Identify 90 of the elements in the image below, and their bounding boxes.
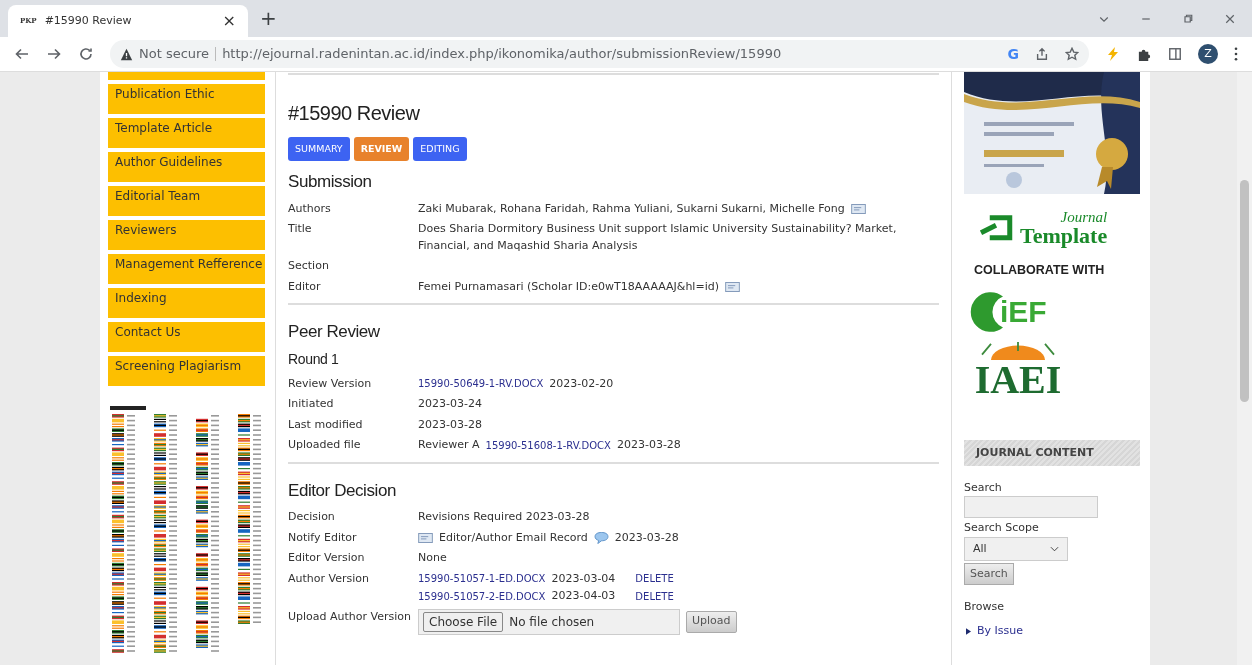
speech-bubble-icon[interactable] [593,531,609,544]
file-link[interactable]: 15990-51608-1-RV.DOCX [485,437,611,453]
field-label: Upload Author Version [288,609,412,623]
logo-text: iEF [1000,294,1047,331]
field-label: Author Version [288,571,369,585]
tab-title: #15990 Review [44,12,133,29]
file-status-text: No file chosen [509,613,595,631]
back-arrow-icon[interactable] [14,46,30,62]
menu-item[interactable]: Publication Ethic [108,84,265,114]
field-label: Uploaded file [288,438,361,451]
envelope-icon[interactable] [725,281,740,292]
close-icon[interactable] [1224,12,1236,25]
file-link[interactable]: 15990-50649-1-RV.DOCX [418,376,544,392]
field-label: Review Version [288,376,372,390]
block-title: JOURNAL CONTENT [964,439,1140,466]
reload-icon[interactable] [78,46,94,62]
file-input[interactable]: Choose File No file chosen [418,608,680,635]
field-label: Editor Version [288,551,365,564]
menu-item[interactable]: Editorial Team [108,186,265,216]
field-label: Decision [288,510,335,523]
delete-link[interactable]: DELETE [635,571,674,587]
field-label: Title [288,222,312,235]
menu-item[interactable]: Reviewers [108,220,265,250]
star-icon[interactable] [1065,47,1079,61]
delete-link[interactable]: DELETE [635,588,674,604]
menu-item[interactable]: Template Article [108,118,265,148]
section-heading: Editor Decision [288,479,397,502]
browse-link[interactable]: By Issue [977,623,1023,640]
new-tab-button[interactable]: + [260,3,277,33]
scrollbar[interactable] [1237,72,1252,665]
forward-arrow-icon[interactable] [46,46,62,62]
search-button[interactable]: Search [964,562,1014,585]
value-text: None [418,550,447,566]
value-text: Does Sharia Dormitory Business Unit support Islamic University Sustainability? Market, Financial, and Maqashid Sharia Analysis [418,221,898,254]
collaborate-heading: COLLABORATE WITH [974,262,1105,279]
security-label: Not secure [139,45,210,64]
menu-item[interactable]: Contact Us [108,322,265,352]
value-text: Femei Purnamasari (Scholar ID:e0wT18AAAAAJ&hl=id) [418,278,719,295]
upload-button[interactable]: Upload [686,610,737,633]
warning-icon [120,47,133,61]
chevron-down-icon [1050,545,1059,552]
address-bar[interactable]: Not secure http://ejournal.radenintan.ac.id/index.php/ikonomika/author/submissionReview/15990 G [110,40,1089,68]
field-label: Editor [288,279,321,293]
value-text: 2023-03-04 [551,570,616,587]
value-text: Reviewer A [418,437,480,453]
menu-item[interactable]: Author Guidelines [108,152,265,182]
profile-avatar[interactable]: Z [1198,44,1218,64]
menu-icon[interactable] [1234,47,1238,61]
scope-select[interactable]: All [964,536,1068,561]
menu-item[interactable]: Indexing [108,288,265,318]
menu-item[interactable]: Screening Plagiarism [108,356,265,386]
restore-icon[interactable] [1182,12,1194,25]
field-label: Notify Editor [288,530,357,544]
field-label: Last modified [288,417,363,431]
value-text: 2023-04-03 [551,588,616,604]
field-label: Initiated [288,397,334,410]
envelope-icon[interactable] [850,203,866,214]
share-icon[interactable] [1035,47,1049,61]
menu-item[interactable]: Management Refference [108,254,265,284]
value-text: Editor/Author Email Record [439,529,588,546]
envelope-icon[interactable] [418,532,433,543]
browse-heading: Browse [964,598,1005,615]
value-text: 2023-03-28 [616,437,681,453]
section-heading: Peer Review [288,321,381,343]
value-text: Zaki Mubarak, Rohana Faridah, Rahma Yuliani, Sukarni Sukarni, Michelle Fong [418,200,845,217]
scope-label: Search Scope [964,520,1039,537]
file-link[interactable]: 15990-51057-2-ED.DOCX [418,588,546,604]
choose-file-button[interactable]: Choose File [423,611,504,632]
field-label: Authors [288,201,331,215]
logo-script-text: Journal [1060,210,1108,225]
value-text: 2023-03-24 [418,396,482,412]
field-label: Section [288,259,329,272]
section-tab[interactable]: SUMMARY [288,137,350,161]
search-field[interactable] [964,496,1098,519]
logo-text: IAEI [974,359,1062,400]
value-text: 2023-03-28 [418,416,482,433]
value-text: 2023-02-20 [549,375,614,392]
search-label: Search [964,479,1002,496]
section-tab[interactable]: EDITING [413,137,467,161]
logo-text: Template [1020,225,1108,247]
side-panel-icon[interactable] [1168,47,1182,61]
value-text: Revisions Required 2023-03-28 [418,509,590,525]
section-heading: Submission [288,171,373,193]
url-text: http://ejournal.radenintan.ac.id/index.php/ikonomika/author/submissionReview/15990 [222,45,783,64]
page-title: #15990 Review [288,101,421,126]
triangle-icon [966,628,971,635]
close-tab-button[interactable]: × [222,9,236,33]
value-text: 2023-03-28 [614,529,679,546]
round-heading: Round 1 [288,349,340,369]
file-link[interactable]: 15990-51057-1-ED.DOCX [418,571,546,587]
